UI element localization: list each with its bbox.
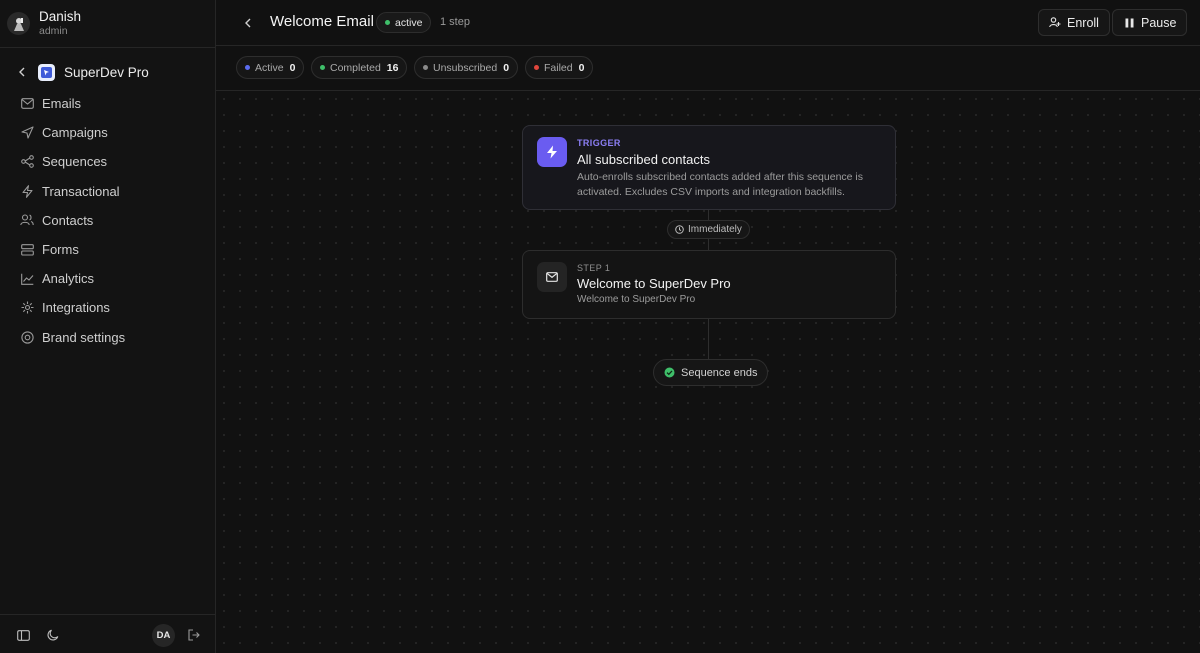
- pause-label: Pause: [1141, 15, 1177, 30]
- user-role: admin: [39, 25, 68, 37]
- connector-line: [708, 319, 709, 359]
- trigger-title: All subscribed contacts: [577, 152, 710, 167]
- step-label: STEP 1: [577, 263, 611, 273]
- sidebar: Danish admin SuperDev Pro Emails Campaig…: [0, 0, 216, 653]
- sidebar-item-label: Emails: [42, 96, 82, 112]
- status-badge: active: [376, 12, 432, 33]
- delay-label: Immediately: [688, 224, 742, 235]
- form-icon: [20, 243, 34, 257]
- sidebar-nav: Emails Campaigns Sequences Transactional…: [14, 89, 204, 352]
- stat-dot: [534, 65, 539, 70]
- sidebar-item-label: Sequences: [42, 154, 108, 170]
- chevron-left-icon[interactable]: [14, 64, 30, 80]
- connector-line: [708, 210, 709, 220]
- sidebar-item-label: Analytics: [42, 271, 95, 287]
- clock-icon: [675, 225, 684, 234]
- chart-icon: [20, 272, 34, 286]
- sidebar-item-sequences[interactable]: Sequences: [14, 147, 204, 176]
- send-icon: [20, 126, 34, 140]
- stat-failed[interactable]: Failed 0: [525, 56, 594, 79]
- trigger-description: Auto-enrolls subscribed contacts added a…: [577, 171, 863, 198]
- sidebar-item-label: Brand settings: [42, 329, 126, 345]
- main-content: Welcome Email active 1 step Enroll Pause…: [216, 0, 1200, 653]
- status-dot: [385, 20, 390, 25]
- sidebar-item-transactional[interactable]: Transactional: [14, 177, 204, 206]
- user-profile[interactable]: Danish admin: [0, 0, 215, 48]
- status-label: active: [395, 16, 423, 29]
- sidebar-footer: DA: [0, 614, 215, 653]
- sequence-canvas[interactable]: TRIGGER All subscribed contacts Auto-enr…: [216, 91, 1200, 653]
- step-title: Welcome to SuperDev Pro: [577, 276, 731, 291]
- sidebar-item-campaigns[interactable]: Campaigns: [14, 118, 204, 147]
- pause-icon: [1123, 17, 1135, 29]
- stat-dot: [245, 65, 250, 70]
- zap-icon: [537, 137, 567, 167]
- stat-label: Unsubscribed: [433, 61, 498, 74]
- sidebar-item-analytics[interactable]: Analytics: [14, 264, 204, 293]
- sidebar-item-contacts[interactable]: Contacts: [14, 206, 204, 235]
- stat-value: 0: [289, 61, 296, 74]
- logout-icon[interactable]: [186, 627, 202, 643]
- mail-icon: [537, 262, 567, 292]
- sidebar-item-label: Transactional: [42, 183, 120, 199]
- user-avatar: [7, 12, 30, 35]
- stats-bar: Active 0 Completed 16 Unsubscribed 0 Fai…: [216, 46, 1200, 91]
- mail-icon: [20, 97, 34, 111]
- project-switcher[interactable]: SuperDev Pro: [14, 61, 149, 83]
- sidebar-item-label: Integrations: [42, 300, 110, 316]
- gear-icon: [20, 330, 34, 344]
- sidebar-toggle-icon[interactable]: [15, 627, 31, 643]
- plug-icon: [20, 301, 34, 315]
- enroll-label: Enroll: [1067, 15, 1099, 30]
- end-label: Sequence ends: [681, 366, 758, 379]
- sequence-end-badge: Sequence ends: [653, 359, 769, 386]
- check-circle-icon: [664, 367, 675, 378]
- workflow-icon: [20, 155, 34, 169]
- user-plus-icon: [1049, 17, 1061, 29]
- delay-badge[interactable]: Immediately: [667, 220, 750, 239]
- page-title: Welcome Email: [270, 13, 374, 30]
- zap-icon: [20, 184, 34, 198]
- sidebar-item-label: Campaigns: [42, 125, 108, 141]
- sidebar-item-label: Contacts: [42, 212, 94, 228]
- stat-label: Completed: [330, 61, 381, 74]
- stat-dot: [423, 65, 428, 70]
- sidebar-item-integrations[interactable]: Integrations: [14, 293, 204, 322]
- page-header: Welcome Email active 1 step Enroll Pause: [216, 0, 1200, 46]
- trigger-card[interactable]: TRIGGER All subscribed contacts Auto-enr…: [522, 125, 896, 210]
- stat-value: 16: [386, 61, 399, 74]
- sidebar-item-emails[interactable]: Emails: [14, 89, 204, 118]
- stat-unsubscribed[interactable]: Unsubscribed 0: [414, 56, 519, 79]
- project-logo-icon: [38, 63, 55, 81]
- stat-value: 0: [503, 61, 510, 74]
- stat-label: Failed: [544, 61, 573, 74]
- step-count: 1 step: [440, 16, 470, 28]
- user-name: Danish: [39, 9, 82, 24]
- sidebar-item-label: Forms: [42, 242, 79, 258]
- stat-dot: [320, 65, 325, 70]
- step-card[interactable]: STEP 1 Welcome to SuperDev Pro Welcome t…: [522, 250, 896, 319]
- pause-button[interactable]: Pause: [1112, 9, 1188, 36]
- project-name: SuperDev Pro: [64, 64, 149, 80]
- back-icon[interactable]: [241, 15, 255, 31]
- enroll-button[interactable]: Enroll: [1038, 9, 1110, 36]
- connector-line: [708, 239, 709, 250]
- sidebar-item-forms[interactable]: Forms: [14, 235, 204, 264]
- stat-value: 0: [578, 61, 585, 74]
- step-subject: Welcome to SuperDev Pro: [577, 294, 696, 305]
- stat-label: Active: [255, 61, 284, 74]
- theme-toggle-icon[interactable]: [45, 627, 61, 643]
- trigger-label: TRIGGER: [577, 138, 621, 148]
- users-icon: [20, 213, 34, 227]
- avatar[interactable]: DA: [152, 624, 175, 647]
- stat-active[interactable]: Active 0: [236, 56, 305, 79]
- sidebar-item-brand-settings[interactable]: Brand settings: [14, 323, 204, 352]
- stat-completed[interactable]: Completed 16: [311, 56, 408, 79]
